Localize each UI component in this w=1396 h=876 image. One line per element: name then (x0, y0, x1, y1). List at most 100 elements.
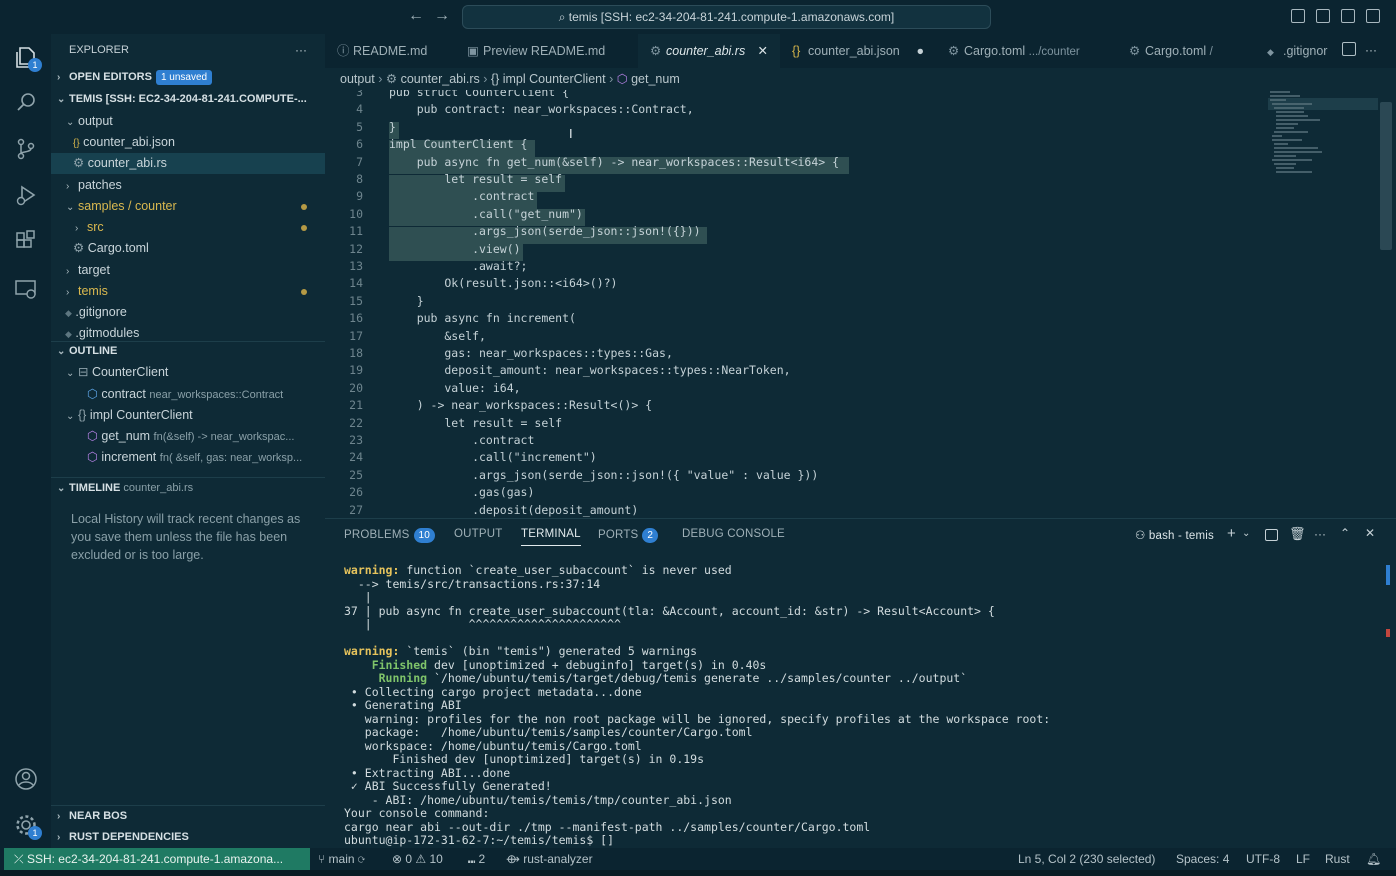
encoding[interactable]: UTF-8 (1246, 848, 1280, 870)
terminal-line: cargo near abi --out-dir ./tmp --manifes… (344, 821, 1374, 835)
modified-dot (301, 204, 307, 210)
outline-detail: fn(&self) -> near_workspac... (153, 431, 295, 443)
outline-item-method[interactable]: ⬡ get_num fn(&self) -> near_workspac... (51, 426, 325, 447)
tab-output[interactable]: OUTPUT (454, 528, 502, 540)
terminal-line: - ABI: /home/ubuntu/temis/temis/tmp/coun… (344, 794, 1374, 808)
tab-gitignore[interactable]: ◆ .gitignor (1255, 34, 1335, 68)
remote-explorer-icon[interactable] (13, 276, 39, 302)
analyzer-indicator[interactable]: ⟴ rust-analyzer (506, 848, 593, 870)
line-number: 16 (349, 311, 363, 326)
ports-indicator[interactable]: ⑉ 2 (468, 848, 485, 870)
tree-folder-target[interactable]: › target (51, 260, 325, 281)
problems-indicator[interactable]: ⊗ 0 ⚠ 10 (392, 848, 443, 870)
terminal-selector[interactable]: ⚇ bash - temis (1135, 528, 1214, 542)
breadcrumb-item[interactable]: counter_abi.rs (401, 72, 480, 86)
open-editors-header[interactable]: › OPEN EDITORS 1 unsaved (51, 67, 325, 88)
tree-folder-output[interactable]: ⌄ output (51, 111, 325, 132)
tab-counter-abi-json[interactable]: {} counter_abi.json ● (780, 34, 936, 68)
tab-cargo-toml-counter[interactable]: ⚙ Cargo.toml .../counter (936, 34, 1117, 68)
language-mode[interactable]: Rust (1325, 848, 1350, 870)
code-text: let result = self (389, 172, 563, 186)
tree-folder-src[interactable]: › src (51, 217, 325, 238)
account-icon[interactable] (13, 766, 39, 792)
outline-item-field[interactable]: ⬡ contract near_workspaces::Contract (51, 384, 325, 405)
minimap[interactable] (1268, 90, 1378, 180)
tree-file-gitignore[interactable]: ◆ .gitignore (51, 302, 325, 323)
line-number: 15 (349, 293, 363, 308)
chevron-down-icon: ⌄ (57, 483, 66, 494)
notifications-bell-icon[interactable]: 🔔︎ (1366, 848, 1381, 870)
chevron-down-icon: ⌄ (66, 368, 75, 379)
toggle-panel-icon[interactable] (1316, 9, 1330, 23)
rust-dependencies-header[interactable]: › RUST DEPENDENCIES (51, 827, 325, 848)
breadcrumb-item[interactable]: {} impl CounterClient (491, 72, 606, 86)
outline-item-struct[interactable]: ⌄ ⊟ CounterClient (51, 362, 325, 383)
tree-file-counter-abi-rs[interactable]: ⚙ counter_abi.rs (51, 153, 325, 174)
customize-layout-icon[interactable] (1366, 9, 1380, 23)
branch-indicator[interactable]: ⑂ main ⟳ (318, 848, 365, 870)
tab-cargo-toml-root[interactable]: ⚙ Cargo.toml / (1117, 34, 1255, 68)
more-actions-icon[interactable]: ··· (295, 40, 307, 61)
back-arrow-icon[interactable]: ← (408, 7, 424, 25)
remote-indicator[interactable]: ⤫ SSH: ec2-34-204-81-241.compute-1.amazo… (4, 848, 310, 870)
run-debug-icon[interactable] (13, 182, 39, 208)
split-terminal-icon[interactable] (1265, 529, 1278, 541)
tab-debug-console[interactable]: DEBUG CONSOLE (682, 528, 785, 540)
more-actions-icon[interactable]: ··· (1314, 527, 1326, 541)
tab-counter-abi-rs[interactable]: ⚙ counter_abi.rs ✕ (638, 34, 780, 68)
add-terminal-icon[interactable]: + (1227, 525, 1236, 542)
tree-file-cargo-toml[interactable]: ⚙ Cargo.toml (51, 238, 325, 259)
indentation[interactable]: Spaces: 4 (1176, 848, 1229, 870)
tree-folder-samples-counter[interactable]: ⌄ samples / counter (51, 196, 325, 217)
tab-ports[interactable]: PORTS 2 (598, 528, 659, 543)
outline-item-impl[interactable]: ⌄{} impl CounterClient (51, 405, 325, 426)
line-number: 20 (349, 380, 363, 395)
chevron-right-icon: › (66, 266, 70, 277)
tab-label: counter_abi.json (808, 44, 900, 58)
line-number: 11 (349, 224, 363, 239)
chevron-down-icon[interactable]: ⌄ (1242, 528, 1250, 539)
toggle-sidebar-icon[interactable] (1291, 9, 1305, 23)
maximize-panel-icon[interactable]: ⌃ (1340, 526, 1350, 540)
line-number: 23 (349, 433, 363, 447)
tree-folder-patches[interactable]: › patches (51, 175, 325, 196)
code-text: .deposit(deposit_amount) (389, 502, 639, 517)
tab-readme[interactable]: ⓘ README.md (325, 34, 455, 68)
tree-folder-temis[interactable]: › temis (51, 281, 325, 302)
command-center[interactable]: ⌕ temis [SSH: ec2-34-204-81-241.compute-… (462, 5, 991, 29)
end-of-line[interactable]: LF (1296, 848, 1310, 870)
outline-item-method[interactable]: ⬡ increment fn( &self, gas: near_worksp.… (51, 447, 325, 468)
code-text: .contract (389, 189, 535, 204)
close-panel-icon[interactable]: ✕ (1365, 526, 1375, 540)
trash-icon[interactable]: 🗑 (1289, 526, 1306, 542)
ports-count-badge: 2 (642, 528, 659, 543)
tree-label: patches (78, 178, 122, 192)
manage-gear-icon[interactable]: 1 (13, 812, 42, 840)
analyzer-icon: ⟴ (506, 852, 524, 866)
unsaved-dot-icon[interactable]: ● (916, 34, 924, 68)
toggle-secondary-sidebar-icon[interactable] (1341, 9, 1355, 23)
breadcrumb-item[interactable]: output (340, 72, 375, 86)
breadcrumb-item[interactable]: get_num (631, 72, 680, 86)
workspace-header[interactable]: ⌄ TEMIS [SSH: EC2-34-204-81-241.COMPUTE-.… (51, 89, 325, 110)
tab-problems[interactable]: PROBLEMS 10 (344, 528, 436, 543)
tab-label: Preview README.md (483, 44, 606, 58)
extensions-icon[interactable] (13, 228, 39, 254)
near-bos-header[interactable]: › NEAR BOS (51, 806, 325, 827)
editor-scrollbar[interactable] (1380, 102, 1392, 250)
close-icon[interactable]: ✕ (758, 34, 768, 68)
tab-terminal[interactable]: TERMINAL (521, 528, 581, 546)
cursor-position[interactable]: Ln 5, Col 2 (230 selected) (1018, 848, 1155, 870)
more-actions-icon[interactable]: ··· (1365, 43, 1377, 57)
code-editor[interactable]: 3 pub struct CounterClient {4 pub contrac… (325, 90, 1396, 518)
split-editor-icon[interactable] (1342, 42, 1356, 56)
forward-arrow-icon[interactable]: → (434, 7, 450, 25)
command-center-label: temis [SSH: ec2-34-204-81-241.compute-1.… (568, 10, 895, 24)
explorer-icon[interactable]: 1 (13, 44, 42, 72)
outline-header[interactable]: ⌄ OUTLINE (51, 341, 325, 362)
tree-file-counter-abi-json[interactable]: {} counter_abi.json (51, 132, 325, 153)
tab-preview-readme[interactable]: ▣ Preview README.md (455, 34, 638, 68)
source-control-icon[interactable] (13, 136, 39, 162)
timeline-header[interactable]: ⌄ TIMELINE counter_abi.rs (51, 478, 325, 499)
search-icon[interactable] (13, 90, 39, 116)
